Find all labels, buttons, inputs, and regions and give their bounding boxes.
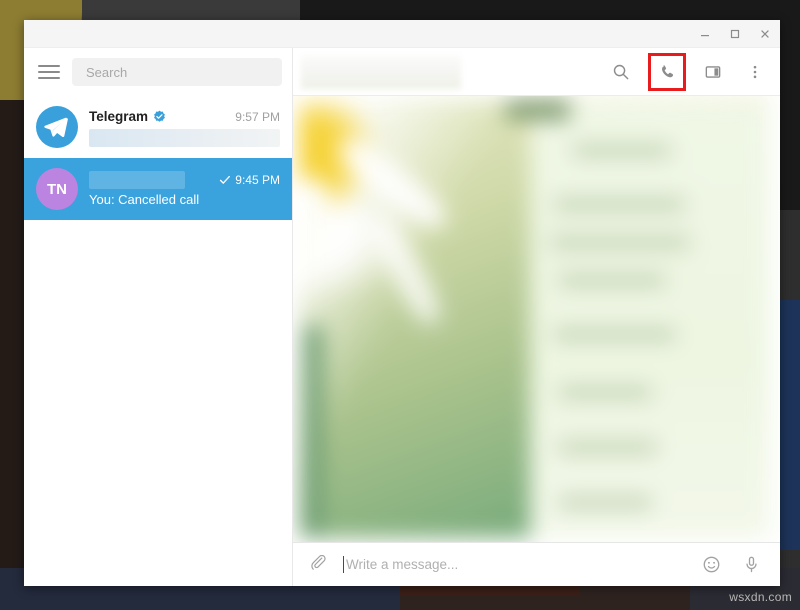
blurred-text-line	[572, 144, 672, 157]
conversation-area[interactable]	[293, 96, 780, 542]
blurred-text-line	[553, 328, 676, 341]
chat-item-name-redacted	[89, 171, 185, 189]
chat-list-item-selected[interactable]: TN 9:45 PM You: Cancelled call	[24, 158, 292, 220]
message-input[interactable]	[346, 557, 686, 572]
title-bar	[24, 20, 780, 48]
read-check-icon	[220, 175, 231, 184]
chat-item-content: 9:45 PM You: Cancelled call	[89, 168, 280, 210]
maximize-button[interactable]	[720, 21, 750, 47]
sidebar: Telegram 9:57 PM	[24, 48, 293, 586]
phone-icon[interactable]	[648, 52, 686, 91]
blurred-top-tab	[506, 100, 571, 120]
verified-badge-icon	[154, 110, 165, 122]
hamburger-menu-icon[interactable]	[38, 63, 60, 81]
conversation-blurred-content	[299, 96, 770, 538]
chat-title-redacted	[301, 54, 461, 89]
chat-header-actions	[606, 52, 770, 91]
chat-item-preview: You: Cancelled call	[89, 192, 200, 207]
search-icon[interactable]	[606, 57, 636, 87]
emoji-icon[interactable]	[696, 550, 726, 580]
blurred-message-sheet	[529, 100, 770, 538]
desktop-background: wsxdn.com Search Telegram 9:57 PM TN 9:4…	[0, 0, 800, 610]
telegram-logo-icon	[44, 117, 68, 138]
chat-list-item-telegram[interactable]: Telegram 9:57 PM	[24, 96, 292, 158]
window-body: Telegram 9:57 PM	[24, 48, 780, 586]
minimize-button[interactable]	[690, 21, 720, 47]
chat-item-name: Telegram	[89, 109, 149, 124]
chat-header	[293, 48, 780, 96]
chat-pane	[293, 48, 780, 586]
more-vertical-icon[interactable]	[740, 57, 770, 87]
text-caret	[343, 556, 344, 573]
desktop-shape-brown-left	[0, 100, 26, 570]
chat-item-preview-redacted	[89, 128, 280, 147]
blurred-text-line	[558, 496, 653, 509]
close-button[interactable]	[750, 21, 780, 47]
avatar: TN	[36, 168, 78, 210]
watermark: wsxdn.com	[729, 590, 792, 604]
panel-icon[interactable]	[698, 57, 728, 87]
chat-list: Telegram 9:57 PM TN 9:45 PM You: Cancell…	[24, 96, 292, 586]
search-input[interactable]	[86, 64, 268, 80]
avatar-initials: TN	[47, 180, 67, 198]
chat-item-header: 9:45 PM	[89, 171, 280, 189]
message-composer	[293, 542, 780, 586]
chat-item-timestamp: 9:45 PM	[219, 173, 280, 187]
chat-item-content: Telegram 9:57 PM	[89, 106, 280, 148]
blurred-text-line	[558, 441, 657, 454]
paperclip-icon[interactable]	[303, 550, 333, 580]
blurred-text-line	[558, 274, 667, 287]
telegram-window: Telegram 9:57 PM	[24, 20, 780, 586]
timestamp-text: 9:45 PM	[235, 173, 280, 187]
blurred-text-line	[548, 236, 690, 249]
microphone-icon[interactable]	[736, 550, 766, 580]
search-field[interactable]	[72, 58, 282, 86]
chat-item-timestamp: 9:57 PM	[235, 109, 280, 124]
message-input-wrapper[interactable]	[343, 556, 686, 573]
avatar	[36, 106, 78, 148]
chat-item-header: Telegram 9:57 PM	[89, 108, 280, 126]
blurred-text-line	[553, 198, 686, 211]
blurred-flower-stem	[303, 325, 322, 538]
sidebar-toolbar	[24, 48, 292, 96]
blurred-text-line	[558, 386, 653, 399]
